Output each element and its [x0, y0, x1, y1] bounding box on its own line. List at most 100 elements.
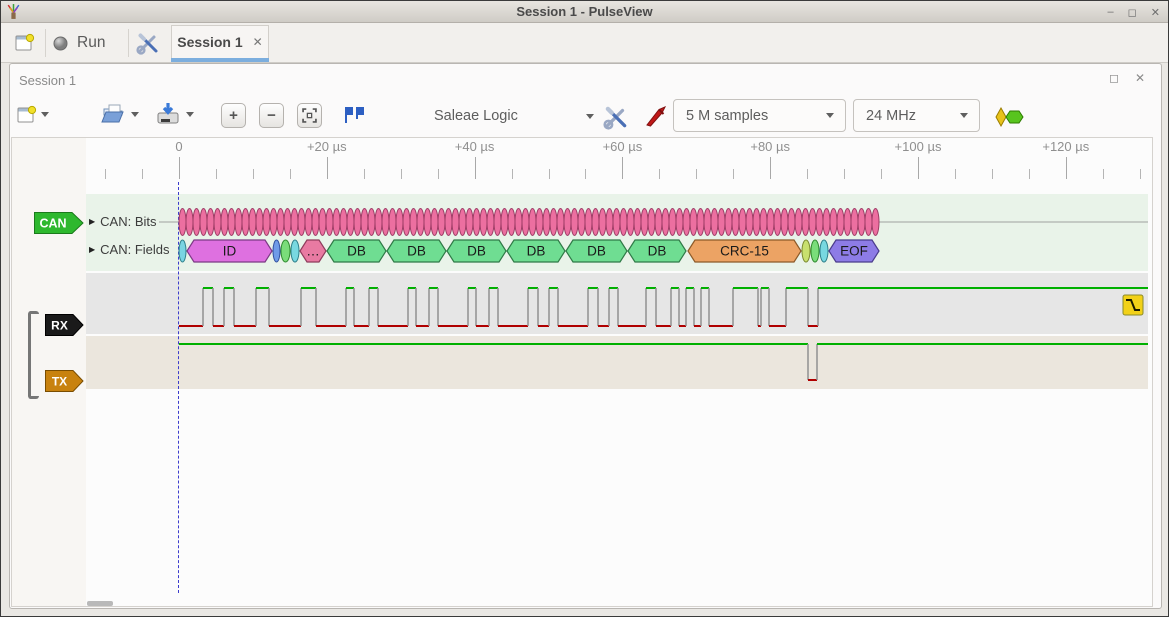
can-field-crc-delim[interactable] [802, 240, 810, 262]
can-bit-annotation[interactable] [690, 209, 697, 236]
can-bit-annotation[interactable] [277, 209, 284, 236]
can-bit-annotation[interactable] [284, 209, 291, 236]
can-bit-annotation[interactable] [382, 209, 389, 236]
can-bit-annotation[interactable] [438, 209, 445, 236]
can-bit-annotation[interactable] [837, 209, 844, 236]
can-bit-annotation[interactable] [221, 209, 228, 236]
can-bit-annotation[interactable] [389, 209, 396, 236]
can-bit-annotation[interactable] [669, 209, 676, 236]
can-bit-annotation[interactable] [480, 209, 487, 236]
save-file-dropdown[interactable] [186, 112, 194, 117]
can-bit-annotation[interactable] [830, 209, 837, 236]
can-bit-annotation[interactable] [361, 209, 368, 236]
tab-session-1[interactable]: Session 1 ✕ [171, 25, 269, 58]
can-bit-annotation[interactable] [683, 209, 690, 236]
can-bit-annotation[interactable] [858, 209, 865, 236]
can-bit-annotation[interactable] [466, 209, 473, 236]
subwindow-close-button[interactable]: ✕ [1135, 71, 1145, 85]
can-bit-annotation[interactable] [228, 209, 235, 236]
configure-device-button[interactable] [601, 102, 631, 132]
can-bit-annotation[interactable] [872, 209, 879, 236]
show-cursors-button[interactable] [341, 103, 367, 129]
can-bit-annotation[interactable] [718, 209, 725, 236]
sample-count-combo[interactable]: 5 M samples [673, 99, 846, 132]
run-button[interactable]: Run [53, 27, 105, 59]
can-bit-annotation[interactable] [711, 209, 718, 236]
can-bit-annotation[interactable] [340, 209, 347, 236]
can-bit-annotation[interactable] [179, 209, 186, 236]
can-bit-annotation[interactable] [627, 209, 634, 236]
can-bit-annotation[interactable] [459, 209, 466, 236]
can-bit-annotation[interactable] [326, 209, 333, 236]
can-bit-annotation[interactable] [347, 209, 354, 236]
tab-close-icon[interactable]: ✕ [253, 35, 263, 49]
horizontal-scrollbar-thumb[interactable] [87, 601, 113, 606]
can-bit-annotation[interactable] [599, 209, 606, 236]
can-bit-annotation[interactable] [508, 209, 515, 236]
can-decoder-tag[interactable]: CAN [34, 212, 84, 234]
can-bit-annotation[interactable] [606, 209, 613, 236]
zoom-fit-button[interactable] [297, 103, 322, 128]
can-bit-annotation[interactable] [536, 209, 543, 236]
save-file-button[interactable] [154, 100, 182, 128]
can-field-ack-delim[interactable] [820, 240, 828, 262]
can-bit-annotation[interactable] [291, 209, 298, 236]
can-bit-annotation[interactable] [403, 209, 410, 236]
close-button[interactable]: ✕ [1151, 6, 1160, 19]
can-bit-annotation[interactable] [795, 209, 802, 236]
zoom-in-button[interactable]: + [221, 103, 246, 128]
can-bit-annotation[interactable] [235, 209, 242, 236]
can-bit-annotation[interactable] [816, 209, 823, 236]
rx-channel-tag[interactable]: RX [45, 314, 84, 336]
subwindow-maximize-button[interactable]: ◻ [1109, 71, 1119, 85]
can-field-sof[interactable] [179, 240, 186, 262]
can-bit-annotation[interactable] [641, 209, 648, 236]
add-decoder-button[interactable] [993, 106, 1025, 128]
can-bit-annotation[interactable] [865, 209, 872, 236]
can-bit-annotation[interactable] [417, 209, 424, 236]
can-bit-annotation[interactable] [809, 209, 816, 236]
can-bit-annotation[interactable] [431, 209, 438, 236]
can-bit-annotation[interactable] [823, 209, 830, 236]
can-bit-annotation[interactable] [732, 209, 739, 236]
can-bit-annotation[interactable] [725, 209, 732, 236]
can-bit-annotation[interactable] [242, 209, 249, 236]
can-bit-annotation[interactable] [410, 209, 417, 236]
can-bit-annotation[interactable] [305, 209, 312, 236]
can-bit-annotation[interactable] [473, 209, 480, 236]
can-field-ack[interactable] [811, 240, 819, 262]
can-bit-annotation[interactable] [312, 209, 319, 236]
can-bit-annotation[interactable] [788, 209, 795, 236]
open-file-button[interactable] [99, 100, 127, 128]
can-bit-annotation[interactable] [655, 209, 662, 236]
new-file-button[interactable] [13, 101, 39, 129]
can-bit-annotation[interactable] [578, 209, 585, 236]
title-bar[interactable]: Session 1 - PulseView – ◻ ✕ [1, 1, 1168, 23]
tx-channel-tag[interactable]: TX [45, 370, 84, 392]
can-bit-annotation[interactable] [753, 209, 760, 236]
can-bit-annotation[interactable] [648, 209, 655, 236]
can-bit-annotation[interactable] [200, 209, 207, 236]
maximize-button[interactable]: ◻ [1128, 6, 1137, 19]
can-field-flag-bit-3[interactable] [291, 240, 299, 262]
new-session-button[interactable] [9, 27, 39, 59]
can-bit-annotation[interactable] [592, 209, 599, 236]
can-bit-annotation[interactable] [333, 209, 340, 236]
can-bit-annotation[interactable] [851, 209, 858, 236]
can-bit-annotation[interactable] [249, 209, 256, 236]
can-bit-annotation[interactable] [368, 209, 375, 236]
open-file-dropdown[interactable] [131, 112, 139, 117]
can-bit-annotation[interactable] [494, 209, 501, 236]
can-bit-annotation[interactable] [263, 209, 270, 236]
can-bit-annotation[interactable] [704, 209, 711, 236]
can-bit-annotation[interactable] [354, 209, 361, 236]
can-bit-annotation[interactable] [193, 209, 200, 236]
can-bit-annotation[interactable] [529, 209, 536, 236]
can-bit-annotation[interactable] [452, 209, 459, 236]
minimize-button[interactable]: – [1108, 6, 1114, 18]
can-bit-annotation[interactable] [613, 209, 620, 236]
can-bit-annotation[interactable] [697, 209, 704, 236]
can-field-flag-bit-2[interactable] [281, 240, 290, 262]
sample-rate-combo[interactable]: 24 MHz [853, 99, 980, 132]
can-bit-annotation[interactable] [186, 209, 193, 236]
